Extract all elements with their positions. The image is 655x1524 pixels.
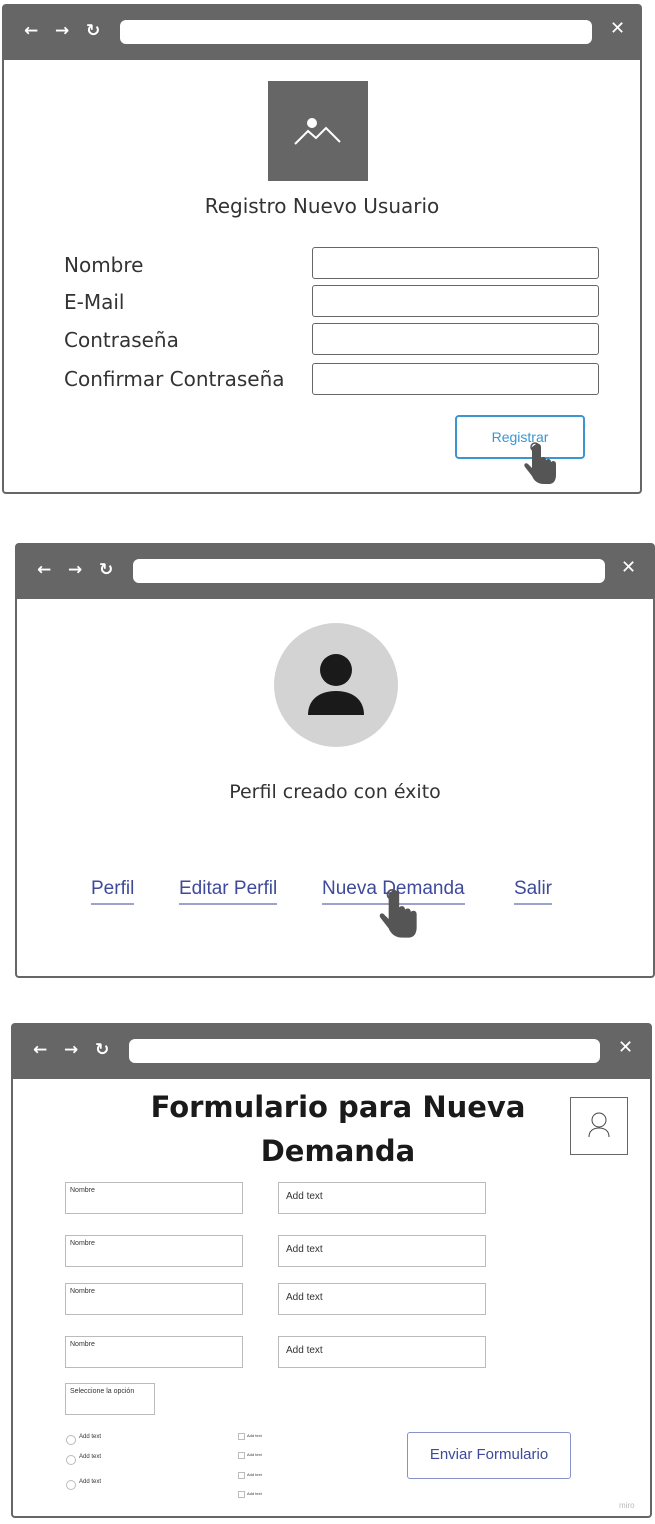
address-bar[interactable]	[129, 1039, 600, 1063]
refresh-icon[interactable]: ↻	[95, 1039, 109, 1061]
browser-toolbar: ← → ↻ ✕	[4, 6, 640, 60]
avatar	[274, 623, 398, 747]
window-formulario: ← → ↻ ✕ Formulario para Nueva Demanda No…	[11, 1023, 652, 1518]
window-registro: ← → ↻ ✕ Registro Nuevo Usuario Nombre E-…	[2, 4, 642, 494]
back-arrow-icon[interactable]: ←	[33, 1039, 47, 1061]
email-input[interactable]	[312, 285, 599, 317]
image-placeholder	[268, 81, 368, 181]
nombre-input[interactable]	[312, 247, 599, 279]
close-icon[interactable]: ✕	[610, 18, 625, 39]
checkbox-2[interactable]	[238, 1452, 245, 1459]
hand-pointer-icon	[524, 442, 556, 484]
radio-3[interactable]	[66, 1480, 76, 1490]
forward-arrow-icon[interactable]: →	[64, 1039, 78, 1061]
checkbox-label-2: Add text	[247, 1452, 262, 1457]
profile-button[interactable]	[570, 1097, 628, 1155]
checkbox-label-3: Add text	[247, 1472, 262, 1477]
image-icon	[294, 118, 341, 145]
refresh-icon[interactable]: ↻	[99, 559, 113, 581]
success-message: Perfil creado con éxito	[229, 781, 441, 803]
add-text-input-1[interactable]: Add text	[278, 1182, 486, 1214]
checkbox-3[interactable]	[238, 1472, 245, 1479]
enviar-formulario-button[interactable]: Enviar Formulario	[407, 1432, 571, 1479]
link-perfil[interactable]: Perfil	[91, 877, 135, 905]
nombre-field-4[interactable]: Nombre	[65, 1336, 243, 1368]
address-bar[interactable]	[120, 20, 592, 44]
page-title: Registro Nuevo Usuario	[204, 194, 440, 218]
registrar-button[interactable]: Registrar	[455, 415, 585, 459]
nombre-field-1[interactable]: Nombre	[65, 1182, 243, 1214]
form-title-line-2: Demanda	[260, 1134, 416, 1168]
back-arrow-icon[interactable]: ←	[37, 559, 51, 581]
link-editar-perfil[interactable]: Editar Perfil	[179, 877, 278, 905]
form-title-line-1: Formulario para Nueva	[150, 1090, 526, 1124]
password-input[interactable]	[312, 323, 599, 355]
enviar-formulario-label: Enviar Formulario	[429, 1446, 549, 1463]
back-arrow-icon[interactable]: ←	[24, 20, 38, 42]
forward-arrow-icon[interactable]: →	[55, 20, 69, 42]
field-label-nombre: Nombre	[64, 253, 144, 277]
add-text-input-2[interactable]: Add text	[278, 1235, 486, 1267]
radio-label-2: Add text	[79, 1454, 102, 1460]
browser-toolbar: ← → ↻ ✕	[17, 545, 653, 599]
field-label-contrasena: Contraseña	[64, 328, 179, 352]
confirm-password-input[interactable]	[312, 363, 599, 395]
checkbox-label-4: Add text	[247, 1491, 262, 1496]
option-select[interactable]: Seleccione la opción	[65, 1383, 155, 1415]
add-text-input-3[interactable]: Add text	[278, 1283, 486, 1315]
forward-arrow-icon[interactable]: →	[68, 559, 82, 581]
hand-pointer-icon	[379, 888, 417, 938]
refresh-icon[interactable]: ↻	[86, 20, 100, 42]
radio-label-1: Add text	[79, 1434, 102, 1440]
address-bar[interactable]	[133, 559, 605, 583]
miro-watermark: miro	[619, 1501, 635, 1510]
nombre-field-3[interactable]: Nombre	[65, 1283, 243, 1315]
close-icon[interactable]: ✕	[621, 557, 636, 578]
form-title: Formulario para Nueva Demanda	[133, 1085, 543, 1173]
close-icon[interactable]: ✕	[618, 1037, 633, 1058]
checkbox-label-1: Add text	[247, 1433, 262, 1438]
link-salir[interactable]: Salir	[514, 877, 553, 905]
field-label-email: E-Mail	[64, 290, 125, 314]
radio-label-3: Add text	[79, 1479, 102, 1485]
nombre-field-2[interactable]: Nombre	[65, 1235, 243, 1267]
field-label-confirmar: Confirmar Contraseña	[64, 367, 285, 391]
user-outline-icon	[588, 1112, 610, 1138]
radio-2[interactable]	[66, 1455, 76, 1465]
window-perfil: ← → ↻ ✕ Perfil creado con éxito Perfil E…	[15, 543, 655, 978]
add-text-input-4[interactable]: Add text	[278, 1336, 486, 1368]
checkbox-1[interactable]	[238, 1433, 245, 1440]
checkbox-4[interactable]	[238, 1491, 245, 1498]
browser-toolbar: ← → ↻ ✕	[13, 1025, 650, 1079]
radio-1[interactable]	[66, 1435, 76, 1445]
